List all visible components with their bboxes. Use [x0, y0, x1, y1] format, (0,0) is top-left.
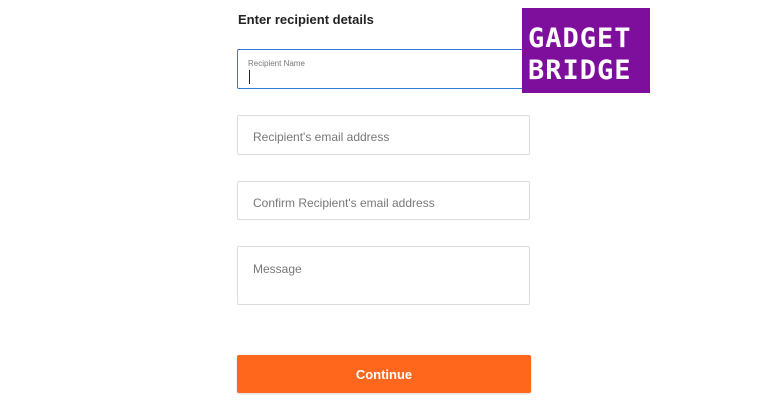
logo-line-1: GADGET	[528, 23, 632, 54]
message-placeholder: Message	[253, 262, 302, 276]
logo-graphic: GADGET BRIDGE	[528, 23, 632, 86]
logo-line-2: BRIDGE	[528, 55, 632, 86]
section-title: Enter recipient details	[238, 12, 374, 27]
continue-button[interactable]: Continue	[237, 355, 531, 393]
recipient-details-page: Enter recipient details Recipient Name R…	[0, 0, 768, 402]
recipient-name-label: Recipient Name	[248, 59, 305, 68]
confirm-email-field[interactable]: Confirm Recipient's email address	[237, 181, 530, 220]
message-field[interactable]: Message	[237, 246, 530, 305]
recipient-email-field[interactable]: Recipient's email address	[237, 115, 530, 155]
confirm-email-placeholder: Confirm Recipient's email address	[253, 196, 435, 210]
text-caret	[249, 70, 250, 84]
recipient-name-field[interactable]: Recipient Name	[237, 49, 530, 89]
recipient-email-placeholder: Recipient's email address	[253, 130, 390, 144]
gadget-bridge-logo: GADGET BRIDGE	[522, 8, 650, 93]
